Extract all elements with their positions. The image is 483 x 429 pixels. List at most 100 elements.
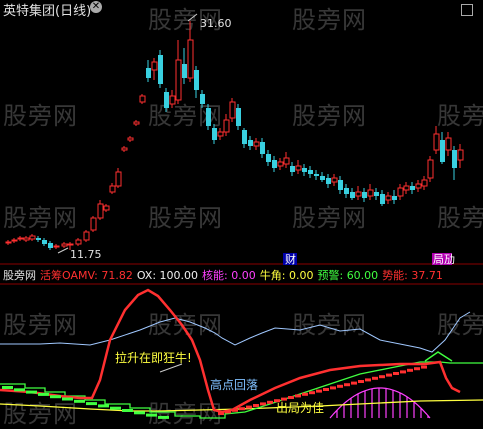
- shineng-block: [246, 405, 252, 409]
- low-arrow: [57, 247, 69, 254]
- candle-body: [326, 178, 331, 184]
- shineng-block: [239, 407, 245, 411]
- indicator-header: 股旁网 活筹OAMV: 71.82 OX: 100.00 核能: 0.00 牛角: 0.…: [0, 267, 483, 284]
- candle-body: [362, 192, 367, 198]
- candle-body: [452, 150, 457, 168]
- candle-body: [277, 161, 284, 167]
- candle-body: [97, 203, 104, 219]
- candle-body: [290, 166, 295, 172]
- candle-body: [403, 185, 410, 191]
- candle-body: [17, 237, 24, 240]
- candle-body: [355, 191, 362, 197]
- candle-body: [90, 217, 97, 231]
- shineng-block: [330, 386, 336, 390]
- candle-body: [331, 177, 338, 183]
- badge-cai[interactable]: 财: [285, 252, 296, 266]
- candle-body: [242, 130, 247, 144]
- candle-body: [158, 55, 163, 84]
- candle-body: [272, 160, 277, 168]
- candle-body: [344, 188, 349, 194]
- yujing-block: [86, 402, 97, 406]
- candle-body: [427, 159, 434, 179]
- candle-body: [266, 154, 271, 162]
- candle-body: [397, 187, 404, 197]
- shineng-block: [253, 404, 259, 407]
- yujing-block: [2, 386, 13, 389]
- shineng-block: [379, 375, 385, 379]
- shineng-block: [295, 394, 301, 398]
- watermark: 股旁网: [437, 311, 483, 339]
- candle-body: [253, 141, 260, 147]
- heneng-arc: [329, 387, 431, 419]
- candle-body: [229, 101, 236, 119]
- candle-body: [127, 137, 134, 141]
- candle-body: [314, 174, 319, 176]
- candle-body: [236, 108, 241, 126]
- candle-body: [283, 157, 290, 165]
- candle-body: [445, 137, 452, 151]
- candle-body: [187, 39, 194, 79]
- candle-body: [385, 195, 392, 201]
- high-price-label: 31.60: [200, 17, 232, 30]
- candle-body: [48, 243, 53, 248]
- badge-ju[interactable]: 局劢: [433, 253, 455, 266]
- candle-body: [151, 61, 158, 71]
- candle-body: [367, 189, 374, 197]
- yujing-marker: [424, 351, 453, 362]
- shineng-block: [267, 400, 273, 404]
- candle-body: [415, 183, 422, 189]
- candle-body: [217, 131, 224, 137]
- candle-body: [392, 196, 397, 200]
- candlestick-chart[interactable]: 31.60 11.75 财 局劢: [0, 0, 483, 267]
- heneng-label: 核能: 0.00: [202, 269, 256, 282]
- candle-body: [61, 243, 68, 247]
- indicator-name: 股旁网: [3, 269, 36, 282]
- ox-label: OX: 100.00: [136, 269, 199, 282]
- candle-body: [29, 235, 36, 240]
- shineng-block: [309, 391, 315, 395]
- candle-body: [133, 121, 140, 125]
- candle-body: [200, 94, 205, 104]
- candle-body: [212, 128, 217, 140]
- candle-body: [350, 192, 355, 198]
- annotation-lasheng: 拉升在即狂牛!: [115, 351, 192, 365]
- candle-body: [457, 149, 464, 161]
- shineng-block: [421, 365, 427, 369]
- candle-body: [103, 205, 110, 211]
- shineng-block: [302, 392, 308, 396]
- shineng-block: [225, 410, 231, 414]
- candle-body: [248, 140, 253, 146]
- candle-body: [75, 239, 82, 245]
- candle-body: [36, 238, 41, 240]
- candle-body: [260, 142, 265, 154]
- huochou-label: 活筹OAMV: 71.82: [40, 269, 133, 282]
- candle-body: [182, 64, 187, 78]
- yujing-block: [122, 409, 133, 412]
- yujing-block: [134, 411, 145, 415]
- niujiao-label: 牛角: 0.00: [259, 269, 314, 282]
- yujing-block: [98, 404, 109, 408]
- candle-body: [139, 95, 146, 103]
- candle-body: [295, 165, 302, 171]
- shineng-block: [407, 368, 413, 372]
- shineng-block: [232, 408, 238, 412]
- candle-body: [308, 170, 313, 174]
- candle-body: [67, 243, 74, 246]
- watermark: 股旁网: [3, 400, 78, 428]
- shineng-label: 势能: 37.71: [382, 269, 443, 282]
- candle-body: [206, 108, 211, 126]
- yujing-block: [110, 406, 121, 410]
- heneng-bars: [329, 387, 431, 419]
- candle-body: [302, 168, 307, 172]
- yujing-block: [14, 388, 25, 392]
- shineng-block: [351, 381, 357, 385]
- shineng-block: [400, 370, 406, 374]
- candle-body: [433, 133, 440, 151]
- shineng-block: [365, 378, 371, 382]
- candle-body: [374, 192, 379, 196]
- watermark: 股旁网: [3, 311, 78, 339]
- watermark: 股旁网: [292, 311, 367, 339]
- candle-body: [440, 140, 445, 162]
- candle-body: [169, 95, 176, 105]
- shineng-block: [323, 388, 329, 391]
